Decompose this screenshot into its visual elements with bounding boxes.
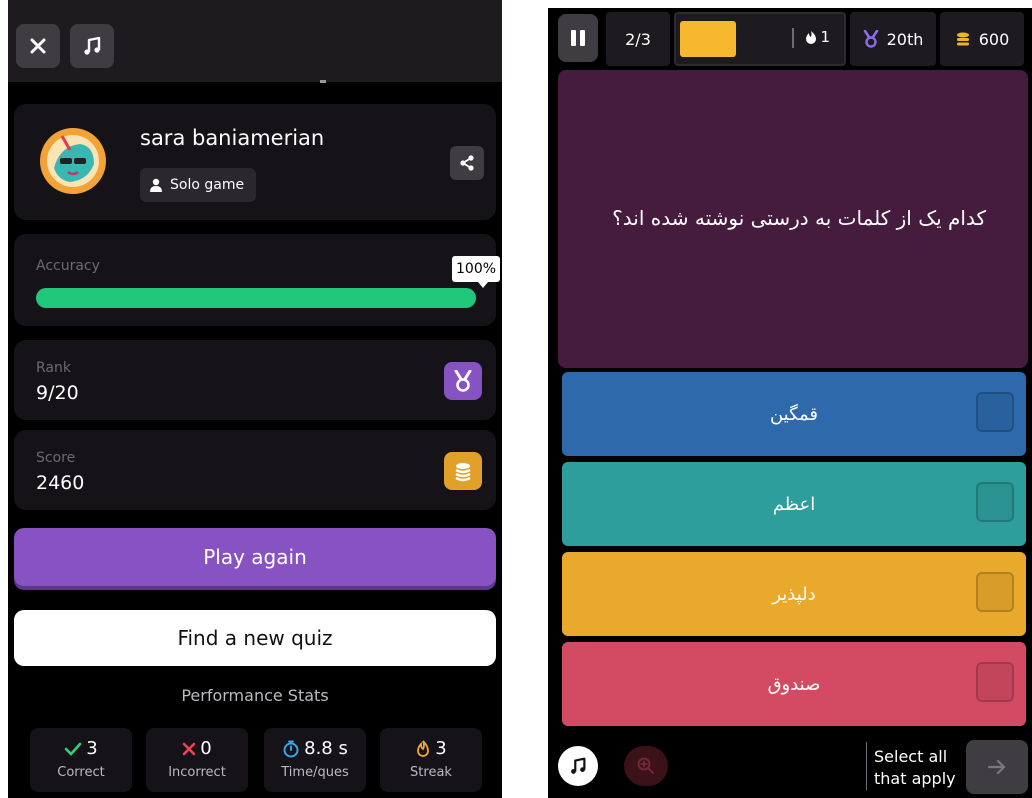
pause-icon [571, 30, 585, 46]
profile-card: sara baniamerian Solo game [14, 104, 496, 220]
stat-time-value: 8.8 s [304, 738, 348, 759]
answer-option-4-checkbox[interactable] [976, 662, 1014, 702]
question-counter-value: 2/3 [625, 29, 651, 49]
timer-bar [680, 21, 736, 57]
question-text: کدام یک از کلمات به درستی نوشته شده اند؟ [612, 206, 986, 230]
stat-streak-label: Streak [410, 765, 452, 780]
answer-option-3[interactable]: دلپذیر [562, 552, 1026, 636]
coin-stack-icon [455, 463, 471, 482]
answer-option-2[interactable]: اعظم [562, 462, 1026, 546]
rank-indicator-value: 20th [886, 29, 924, 49]
question-counter: 2/3 [606, 12, 670, 66]
rank-badge [444, 362, 482, 400]
cross-icon [182, 742, 196, 755]
bottom-divider [866, 742, 867, 790]
play-again-button[interactable]: Play again [14, 528, 496, 586]
stat-correct: 3 Correct [30, 728, 132, 792]
stat-streak: 3 Streak [380, 728, 482, 792]
zoom-in-icon [637, 757, 654, 774]
stat-incorrect: 0 Incorrect [146, 728, 248, 792]
game-mode-label: Solo game [170, 177, 245, 193]
zoom-button[interactable] [624, 746, 668, 786]
timer-divider [792, 28, 794, 48]
share-icon [460, 155, 474, 171]
streak-counter: 1 [805, 28, 830, 46]
stat-correct-value: 3 [86, 738, 98, 759]
coin-indicator: 600 [940, 12, 1024, 66]
answer-option-2-text: اعظم [772, 493, 816, 515]
find-new-quiz-button[interactable]: Find a new quiz [14, 610, 496, 666]
rank-card: Rank 9/20 [14, 340, 496, 420]
stat-time-label: Time/ques [281, 765, 349, 780]
accuracy-value: 100% [456, 261, 497, 277]
accuracy-tooltip: 100% [452, 256, 501, 282]
medal-icon [863, 30, 878, 48]
player-name: sara baniamerian [140, 126, 325, 150]
accuracy-track [36, 288, 476, 308]
streak-counter-value: 1 [820, 28, 830, 46]
avatar [40, 128, 106, 194]
score-value: 2460 [36, 472, 85, 494]
score-label: Score [36, 450, 76, 466]
music-note-icon [571, 757, 586, 774]
coin-badge [444, 452, 482, 490]
tooltip-pointer [478, 282, 488, 288]
pause-button[interactable] [558, 14, 598, 62]
accuracy-fill [36, 288, 476, 308]
select-all-line-2: that apply [874, 769, 956, 788]
answer-option-1[interactable]: قمگین [562, 372, 1026, 456]
answer-option-4[interactable]: صندوق [562, 642, 1026, 726]
coin-stack-icon [956, 32, 969, 46]
medal-icon [454, 370, 472, 392]
answer-option-3-text: دلپذیر [772, 583, 816, 605]
flame-icon [417, 739, 430, 757]
close-button[interactable] [16, 24, 60, 68]
stat-correct-label: Correct [57, 765, 105, 780]
music-note-icon [84, 36, 101, 55]
share-button[interactable] [450, 146, 484, 180]
music-button[interactable] [70, 24, 114, 68]
quiz-screen: 2/3 1 20th 600 کدام یک از کلمات به درستی… [548, 8, 1032, 798]
music-button[interactable] [558, 746, 598, 786]
score-card: Score 2460 [14, 430, 496, 510]
stopwatch-icon [283, 740, 299, 757]
check-icon [64, 742, 82, 756]
select-all-hint: Select all that apply [874, 746, 956, 790]
select-all-line-1: Select all [874, 747, 948, 766]
stat-incorrect-value: 0 [200, 738, 212, 759]
answer-option-4-text: صندوق [767, 673, 821, 695]
arrow-right-icon [987, 759, 1006, 775]
accuracy-label: Accuracy [36, 258, 100, 274]
answer-option-3-checkbox[interactable] [976, 572, 1014, 612]
timer-panel: 1 [674, 12, 846, 66]
find-new-quiz-label: Find a new quiz [177, 626, 333, 650]
close-icon [30, 38, 46, 54]
performance-stats-heading: Performance Stats [181, 686, 329, 705]
rank-indicator: 20th [850, 12, 936, 66]
stat-streak-value: 3 [435, 738, 447, 759]
answer-option-2-checkbox[interactable] [976, 482, 1014, 522]
submit-button[interactable] [966, 740, 1028, 794]
answer-option-1-checkbox[interactable] [976, 392, 1014, 432]
rank-value: 9/20 [36, 382, 79, 404]
accuracy-card: Accuracy 100% [14, 234, 501, 326]
person-icon [150, 178, 162, 192]
stat-time: 8.8 s Time/ques [264, 728, 366, 792]
scroll-notch [320, 80, 326, 83]
question-panel: کدام یک از کلمات به درستی نوشته شده اند؟ [558, 70, 1028, 368]
game-mode-badge: Solo game [140, 168, 257, 202]
flame-icon [806, 30, 817, 44]
coin-indicator-value: 600 [978, 29, 1010, 49]
play-again-label: Play again [203, 545, 307, 569]
rank-label: Rank [36, 360, 71, 376]
answer-option-1-text: قمگین [769, 403, 819, 425]
results-screen: sara baniamerian Solo game Accuracy 100% [8, 0, 502, 798]
stat-incorrect-label: Incorrect [168, 765, 226, 780]
